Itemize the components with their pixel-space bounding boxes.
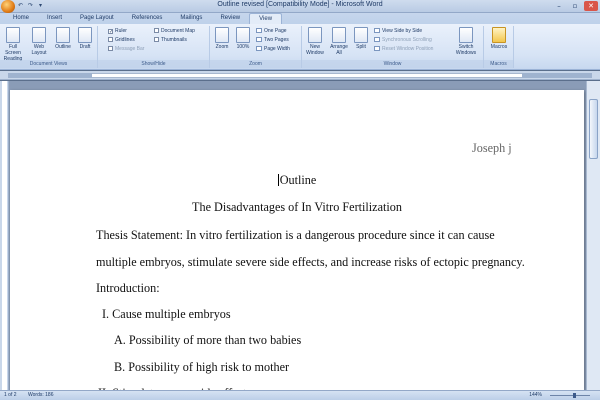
group-label: Show/Hide [98,60,209,68]
side-by-side-icon [374,28,380,33]
sync-scroll-icon [374,37,380,42]
zoom-slider-knob[interactable] [573,393,576,398]
document-heading: Outline [277,173,317,187]
magnifier-icon [215,27,229,43]
group-window: New Window Arrange All Split View Side b… [302,26,484,68]
document-page[interactable]: Joseph j Outline The Disadvantages of In… [10,90,584,400]
introduction-label: Introduction: [96,281,160,295]
tab-references[interactable]: References [123,13,172,24]
two-pages-button[interactable]: Two Pages [256,37,289,44]
one-page-button[interactable]: One Page [256,28,287,35]
document-title: The Disadvantages of In Vitro Fertilizat… [192,200,402,214]
ribbon: Full Screen Reading Web Layout Outline D… [0,24,600,70]
zoom-100-icon [236,27,250,43]
vertical-scrollbar[interactable] [586,81,600,390]
macros-icon [492,27,506,43]
document-map-checkbox[interactable]: Document Map [154,28,195,35]
ribbon-tabs: Home Insert Page Layout References Maili… [0,13,600,24]
page-width-icon [256,46,262,51]
reset-window-icon [374,46,380,51]
tab-page-layout[interactable]: Page Layout [71,13,123,24]
zoom-button[interactable]: Zoom [213,27,231,50]
thesis-line-1: Thesis Statement: In vitro fertilization… [96,228,495,242]
group-zoom: Zoom 100% One Page Two Pages Page Width … [210,26,302,68]
page-width-button[interactable]: Page Width [256,46,290,53]
view-side-by-side-button[interactable]: View Side by Side [374,28,422,35]
close-button[interactable]: ✕ [584,1,598,11]
web-layout-button[interactable]: Web Layout [30,27,48,56]
outline-item-1a: A. Possibility of more than two babies [114,333,302,347]
tab-insert[interactable]: Insert [38,13,71,24]
group-label: Window [302,60,483,68]
arrange-all-button[interactable]: Arrange All [328,27,350,56]
group-show-hide: ✓ Ruler Gridlines Message Bar Document Ma… [98,26,210,68]
zoom-slider[interactable] [550,395,590,396]
switch-windows-icon [459,27,473,43]
new-window-button[interactable]: New Window [304,27,326,56]
message-bar-checkbox[interactable]: Message Bar [108,46,144,53]
window-controls: – ▫ ✕ [552,1,598,11]
draft-icon [78,27,92,43]
tab-home[interactable]: Home [4,13,38,24]
document-area: Joseph j Outline The Disadvantages of In… [0,81,600,400]
word-count[interactable]: Words: 186 [28,391,53,400]
split-icon [354,27,368,43]
checkmark-icon: ✓ [108,29,114,35]
tab-review[interactable]: Review [211,13,249,24]
horizontal-ruler[interactable] [0,71,600,80]
zoom-100-button[interactable]: 100% [234,27,252,50]
zoom-level[interactable]: 144% [529,391,542,400]
one-page-icon [256,28,262,33]
macros-button[interactable]: Macros [488,27,510,50]
web-layout-icon [32,27,46,43]
gridlines-checkbox[interactable]: Gridlines [108,37,135,44]
ruler-checkbox[interactable]: ✓ Ruler [108,28,127,35]
page-count[interactable]: 1 of 2 [4,391,17,400]
group-document-views: Full Screen Reading Web Layout Outline D… [0,26,98,68]
arrange-all-icon [332,27,346,43]
split-button[interactable]: Split [352,27,370,50]
text-cursor [277,174,279,186]
new-window-icon [308,27,322,43]
tab-mailings[interactable]: Mailings [171,13,211,24]
full-screen-reading-icon [6,27,20,43]
outline-item-1: I. Cause multiple embryos [102,307,231,321]
two-pages-icon [256,37,262,42]
reset-window-position-button[interactable]: Reset Window Position [374,46,433,53]
thumbnails-checkbox[interactable]: Thumbnails [154,37,187,44]
status-bar: 1 of 2 Words: 186 144% [0,390,600,400]
group-label: Macros [484,60,513,68]
group-macros: Macros Macros [484,26,514,68]
group-label: Document Views [0,60,97,68]
synchronous-scrolling-button[interactable]: Synchronous Scrolling [374,37,432,44]
scrollbar-thumb[interactable] [589,99,598,159]
window-title: Outline revised [Compatibility Mode] - M… [217,1,383,8]
outline-button[interactable]: Outline [54,27,72,50]
thesis-line-2: multiple embryos, stimulate severe side … [96,255,525,269]
draft-button[interactable]: Draft [76,27,94,50]
author-name: Joseph j [472,141,512,155]
outline-item-1b: B. Possibility of high risk to mother [114,360,290,374]
switch-windows-button[interactable]: Switch Windows [452,27,480,56]
tab-view[interactable]: View [249,13,283,24]
vertical-ruler[interactable] [0,81,9,390]
minimize-button[interactable]: – [552,1,566,11]
maximize-button[interactable]: ▫ [568,1,582,11]
title-bar: ↶ ↷ ▾ Outline revised [Compatibility Mod… [0,0,600,13]
full-screen-reading-button[interactable]: Full Screen Reading [2,27,24,62]
group-label: Zoom [210,60,301,68]
outline-icon [56,27,70,43]
